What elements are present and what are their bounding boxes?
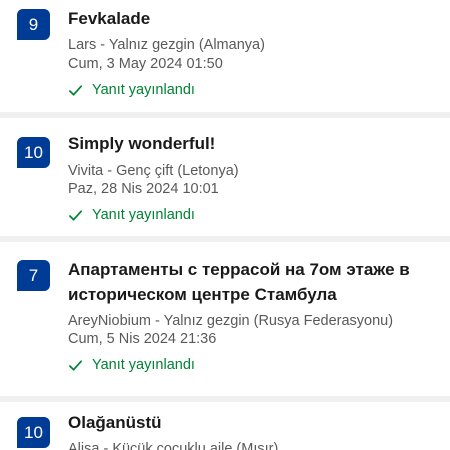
check-icon <box>69 359 82 371</box>
reviewer-info: Vivita - Genç çift (Letonya) <box>68 163 239 179</box>
reply-status-label: Yanıt yayınlandı <box>92 357 195 373</box>
review-title-line-1: Апартаменты с террасой на 7ом этаже в <box>68 260 410 279</box>
review-title: Simply wonderful! <box>68 134 216 153</box>
review-card[interactable]: 7 Апартаменты с террасой на 7ом этаже в … <box>0 242 450 402</box>
review-date: Cum, 5 Nis 2024 21:36 <box>68 331 217 347</box>
score-badge: 10 <box>17 137 50 168</box>
reviewer-info: AreyNiobium - Yalnız gezgin (Rusya Feder… <box>68 313 394 329</box>
check-icon <box>69 84 82 96</box>
reply-status-label: Yanıt yayınlandı <box>92 207 195 223</box>
score-badge: 7 <box>17 260 50 291</box>
reply-status-label: Yanıt yayınlandı <box>92 82 195 98</box>
reply-status: Yanıt yayınlandı <box>68 357 195 373</box>
review-title: Fevkalade <box>68 9 151 28</box>
review-title: Olağanüstü <box>68 413 162 432</box>
reply-status: Yanıt yayınlandı <box>68 82 195 98</box>
reply-status: Yanıt yayınlandı <box>68 207 195 223</box>
review-card[interactable]: 9 Fevkalade Lars - Yalnız gezgin (Almany… <box>0 0 450 118</box>
score-badge: 10 <box>17 417 50 448</box>
score-badge: 9 <box>17 9 50 40</box>
check-icon <box>69 209 82 221</box>
review-date: Cum, 3 May 2024 01:50 <box>68 56 223 72</box>
review-title-line-2: историческом центре Стамбула <box>68 285 337 304</box>
review-date: Paz, 28 Nis 2024 10:01 <box>68 181 219 197</box>
reviewer-info: Alisa - Küçük çocuklu aile (Mısır) <box>68 441 279 450</box>
reviewer-info: Lars - Yalnız gezgin (Almanya) <box>68 37 265 53</box>
review-card[interactable]: 10 Simply wonderful! Vivita - Genç çift … <box>0 118 450 242</box>
review-card[interactable]: 10 Olağanüstü Alisa - Küçük çocuklu aile… <box>0 402 450 450</box>
review-list: 9 Fevkalade Lars - Yalnız gezgin (Almany… <box>0 0 450 450</box>
